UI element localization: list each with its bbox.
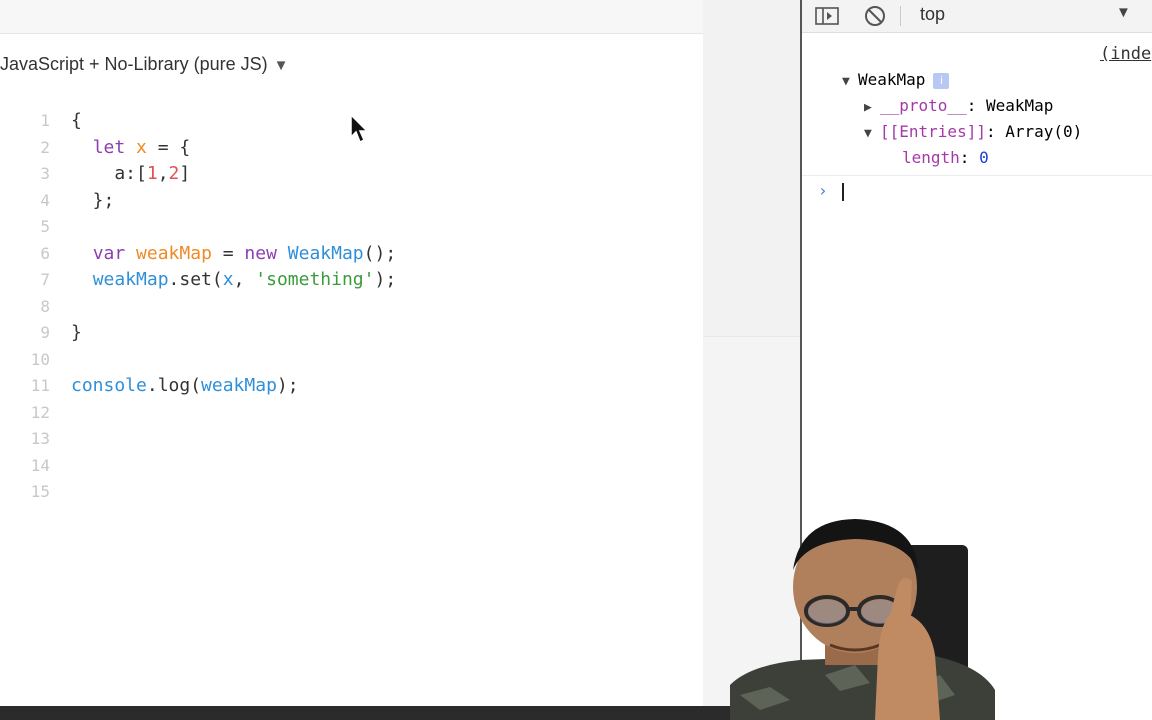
editor-top-bar — [0, 0, 703, 34]
line-number: 1 — [40, 111, 50, 130]
mouse-pointer-icon — [350, 114, 369, 144]
entries-value: Array(0) — [1005, 122, 1083, 141]
console-divider — [802, 175, 1152, 176]
language-label: JavaScript + No-Library (pure JS) — [0, 54, 268, 74]
line-source: let x = { — [71, 135, 191, 162]
code-token: .log( — [146, 375, 202, 396]
console-input-caret[interactable] — [842, 183, 844, 201]
code-token: 2 — [168, 163, 180, 184]
object-name: WeakMap — [858, 70, 926, 89]
line-source: }; — [71, 188, 115, 215]
line-number: 4 — [40, 190, 50, 210]
code-token: 1 — [146, 163, 158, 184]
code-token: a:[ — [71, 163, 147, 184]
line-source: console.log(weakMap); — [71, 373, 299, 400]
prompt-chevron-icon: › — [818, 181, 828, 200]
collapse-triangle-icon[interactable]: ▼ — [842, 70, 858, 94]
line-source: } — [71, 320, 82, 347]
code-token: weakMap — [136, 242, 212, 264]
length-row: length: 0 — [902, 146, 989, 170]
proto-value: WeakMap — [985, 96, 1054, 115]
code-token: new — [244, 242, 277, 264]
collapse-triangle-icon[interactable]: ▼ — [864, 122, 880, 146]
code-token: x — [222, 269, 234, 290]
code-token: WeakMap — [287, 242, 364, 264]
code-token: } — [71, 322, 82, 343]
entries-separator: : — [985, 122, 1006, 141]
clear-console-icon[interactable] — [862, 4, 888, 28]
length-value: 0 — [979, 148, 989, 167]
sidebar-toggle-icon[interactable] — [814, 4, 840, 28]
line-source: { — [71, 108, 82, 135]
code-token: , — [157, 163, 169, 184]
line-number: 13 — [30, 429, 50, 448]
object-root-row[interactable]: ▼ WeakMap i — [842, 68, 950, 94]
source-link[interactable]: (inde — [1100, 44, 1151, 64]
code-token: console — [71, 375, 147, 396]
code-token: ); — [374, 269, 397, 290]
line-number: 2 — [40, 137, 50, 157]
code-token: .set( — [168, 269, 223, 290]
line-source: var weakMap = new WeakMap(); — [71, 241, 396, 268]
code-token: (); — [363, 242, 397, 264]
code-token: = — [211, 242, 245, 264]
code-token: x — [136, 136, 147, 158]
line-number: 3 — [40, 164, 50, 183]
info-icon[interactable]: i — [933, 72, 950, 89]
line-number: 14 — [30, 455, 50, 475]
proto-key: __proto__ — [880, 96, 967, 115]
code-token: var — [92, 242, 126, 264]
line-number: 11 — [30, 376, 50, 395]
entries-row[interactable]: ▼ [[Entries]]: Array(0) — [864, 120, 1082, 144]
code-token: 'something' — [255, 269, 375, 290]
dropdown-arrow-icon[interactable]: ▼ — [1116, 4, 1131, 21]
webcam-overlay — [730, 519, 995, 720]
code-token: ); — [276, 375, 299, 396]
code-token: let — [92, 136, 126, 158]
context-selector[interactable]: top — [920, 4, 945, 25]
code-editor-panel: JavaScript + No-Library (pure JS) ▼ 1 {2 l… — [0, 0, 703, 720]
line-source: weakMap.set(x, 'something'); — [71, 267, 396, 294]
code-token: }; — [71, 189, 115, 211]
line-number: 15 — [30, 482, 50, 501]
code-token: ] — [179, 163, 191, 184]
length-separator: : — [959, 148, 980, 167]
bottom-strip — [0, 706, 730, 720]
code-token: , — [233, 269, 256, 290]
line-source: a:[1,2] — [71, 161, 190, 188]
language-select[interactable]: JavaScript + No-Library (pure JS) ▼ — [0, 54, 288, 75]
entries-key: [[Entries]] — [880, 122, 986, 141]
line-number: 7 — [40, 270, 50, 289]
panel-gap-top — [703, 0, 800, 337]
code-token: weakMap — [92, 269, 169, 290]
code-token: = { — [146, 136, 191, 158]
line-number: 9 — [40, 323, 50, 342]
toolbar-divider — [900, 6, 901, 26]
code-token: weakMap — [201, 375, 277, 396]
line-number: 10 — [30, 349, 50, 369]
console-toolbar: top ▼ — [802, 0, 1152, 33]
dropdown-arrow-icon: ▼ — [273, 57, 289, 74]
line-number: 12 — [30, 402, 50, 422]
proto-row[interactable]: ▶ __proto__: WeakMap — [864, 94, 1053, 118]
line-number: 6 — [40, 243, 50, 263]
code-token: { — [71, 110, 82, 131]
proto-separator: : — [966, 96, 986, 115]
line-number: 5 — [40, 217, 50, 236]
length-key: length — [902, 148, 960, 167]
expand-triangle-icon[interactable]: ▶ — [864, 96, 880, 120]
line-number: 8 — [40, 296, 50, 316]
